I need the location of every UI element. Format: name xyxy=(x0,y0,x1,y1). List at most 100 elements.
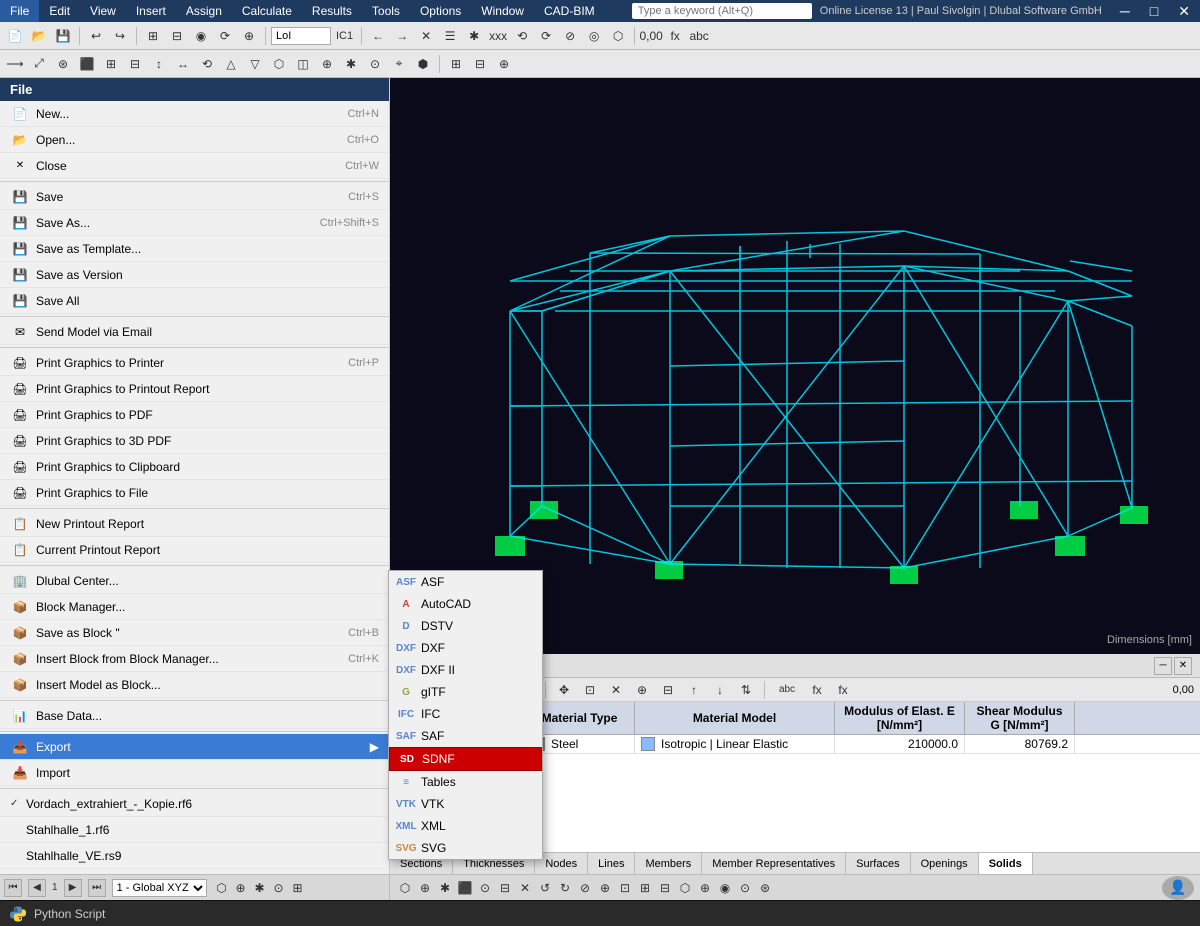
tb4[interactable]: ⊟ xyxy=(166,25,188,47)
undo-btn[interactable]: ↩ xyxy=(85,25,107,47)
rbt13[interactable]: ⊞ xyxy=(636,879,654,897)
menu-window[interactable]: Window xyxy=(471,0,534,22)
tb2-3[interactable]: ⊛ xyxy=(52,53,74,75)
rbt5[interactable]: ⊙ xyxy=(476,879,494,897)
tb2-16[interactable]: ⊙ xyxy=(364,53,386,75)
rbt11[interactable]: ⊕ xyxy=(596,879,614,897)
tb2-15[interactable]: ✱ xyxy=(340,53,362,75)
tb7[interactable]: ⊕ xyxy=(238,25,260,47)
lc-next-btn[interactable]: ▶ xyxy=(64,879,82,897)
fm-recent-2[interactable]: Stahlhalle_1.rf6 xyxy=(0,817,389,843)
status-tb4[interactable]: ⊙ xyxy=(270,879,288,897)
fm-printtofile[interactable]: 🖨 Print Graphics to File xyxy=(0,480,389,506)
tb13[interactable]: xxx xyxy=(487,25,509,47)
export-vtk[interactable]: VTK VTK xyxy=(389,793,542,815)
status-tb1[interactable]: ⬡ xyxy=(213,879,231,897)
tb5[interactable]: ◉ xyxy=(190,25,212,47)
search-input[interactable] xyxy=(638,5,806,17)
panel-tb9[interactable]: abc xyxy=(772,679,802,701)
open-btn[interactable]: 📂 xyxy=(28,25,50,47)
tb21[interactable]: abc xyxy=(688,25,710,47)
fm-saveall[interactable]: 💾 Save All xyxy=(0,288,389,314)
fm-sendmodel[interactable]: ✉ Send Model via Email xyxy=(0,319,389,345)
fm-printtoclipboard[interactable]: 🖨 Print Graphics to Clipboard xyxy=(0,454,389,480)
tab-surfaces[interactable]: Surfaces xyxy=(846,853,910,874)
fm-close[interactable]: ✕ Close Ctrl+W xyxy=(0,153,389,179)
tb2-17[interactable]: ⌖ xyxy=(388,53,410,75)
fm-new[interactable]: 📄 New... Ctrl+N xyxy=(0,101,389,127)
save-btn[interactable]: 💾 xyxy=(52,25,74,47)
panel-close-btn[interactable]: ✕ xyxy=(1174,657,1192,675)
rbt12[interactable]: ⊡ xyxy=(616,879,634,897)
tb10[interactable]: ✕ xyxy=(415,25,437,47)
fm-export[interactable]: 📤 Export ▶ xyxy=(0,734,389,760)
panel-minimize-btn[interactable]: ─ xyxy=(1154,657,1172,675)
fm-printgraph[interactable]: 🖨 Print Graphics to Printer Ctrl+P xyxy=(0,350,389,376)
export-svg[interactable]: SVG SVG xyxy=(389,837,542,859)
status-tb5[interactable]: ⊞ xyxy=(289,879,307,897)
3d-view[interactable]: Dimensions [mm] xyxy=(390,78,1200,654)
export-dstv[interactable]: D DSTV xyxy=(389,615,542,637)
fm-basedata[interactable]: 📊 Base Data... xyxy=(0,703,389,729)
menu-tools[interactable]: Tools xyxy=(362,0,410,22)
status-tb3[interactable]: ✱ xyxy=(251,879,269,897)
tb3[interactable]: ⊞ xyxy=(142,25,164,47)
menu-results[interactable]: Results xyxy=(302,0,362,22)
fm-currentprintout[interactable]: 📋 Current Printout Report xyxy=(0,537,389,563)
panel-tb10[interactable]: fx xyxy=(806,679,828,701)
fm-dlubalcenter[interactable]: 🏢 Dlubal Center... xyxy=(0,568,389,594)
fm-recent-4[interactable]: Stahlhalle (1).rs8 xyxy=(0,869,389,874)
tb11[interactable]: ☰ xyxy=(439,25,461,47)
fm-printprintout[interactable]: 🖨 Print Graphics to Printout Report xyxy=(0,376,389,402)
rbt2[interactable]: ⊕ xyxy=(416,879,434,897)
menu-view[interactable]: View xyxy=(80,0,126,22)
export-asf[interactable]: ASF ASF xyxy=(389,571,542,593)
rbt15[interactable]: ⬡ xyxy=(676,879,694,897)
fm-printtopdf[interactable]: 🖨 Print Graphics to PDF xyxy=(0,402,389,428)
tb2-21[interactable]: ⊕ xyxy=(493,53,515,75)
status-tb2[interactable]: ⊕ xyxy=(232,879,250,897)
export-xml[interactable]: XML XML xyxy=(389,815,542,837)
tab-solids[interactable]: Solids xyxy=(979,853,1033,874)
tb2-14[interactable]: ⊕ xyxy=(316,53,338,75)
redo-btn[interactable]: ↪ xyxy=(109,25,131,47)
export-dxf[interactable]: DXF DXF xyxy=(389,637,542,659)
tb2-2[interactable]: ⤢ xyxy=(28,53,50,75)
tb2-19[interactable]: ⊞ xyxy=(445,53,467,75)
tab-openings[interactable]: Openings xyxy=(911,853,979,874)
rbt17[interactable]: ◉ xyxy=(716,879,734,897)
export-autocad[interactable]: A AutoCAD xyxy=(389,593,542,615)
panel-tb1[interactable]: ✥ xyxy=(553,679,575,701)
rbt19[interactable]: ⊛ xyxy=(756,879,774,897)
tab-member-reps[interactable]: Member Representatives xyxy=(702,853,846,874)
menu-edit[interactable]: Edit xyxy=(39,0,80,22)
fm-saveasblock[interactable]: 📦 Save as Block " Ctrl+B xyxy=(0,620,389,646)
tb2-12[interactable]: ⬡ xyxy=(268,53,290,75)
new-btn[interactable]: 📄 xyxy=(4,25,26,47)
fm-recent-3[interactable]: Stahlhalle_VE.rs9 xyxy=(0,843,389,869)
export-ifc[interactable]: IFC IFC xyxy=(389,703,542,725)
panel-tb4[interactable]: ⊕ xyxy=(631,679,653,701)
rbt7[interactable]: ✕ xyxy=(516,879,534,897)
rbt18[interactable]: ⊙ xyxy=(736,879,754,897)
panel-tb7[interactable]: ↓ xyxy=(709,679,731,701)
search-box[interactable] xyxy=(632,3,812,19)
rbt14[interactable]: ⊟ xyxy=(656,879,674,897)
tb8[interactable]: ← xyxy=(367,25,389,47)
panel-tb5[interactable]: ⊟ xyxy=(657,679,679,701)
fm-saveastemplate[interactable]: 💾 Save as Template... xyxy=(0,236,389,262)
menu-insert[interactable]: Insert xyxy=(126,0,176,22)
menu-calculate[interactable]: Calculate xyxy=(232,0,302,22)
tb14[interactable]: ⟲ xyxy=(511,25,533,47)
rbt6[interactable]: ⊟ xyxy=(496,879,514,897)
menu-assign[interactable]: Assign xyxy=(176,0,232,22)
lc-prev-btn[interactable]: ◀ xyxy=(28,879,46,897)
rbt8[interactable]: ↺ xyxy=(536,879,554,897)
fm-saveasversion[interactable]: 💾 Save as Version xyxy=(0,262,389,288)
fm-blockmanager[interactable]: 📦 Block Manager... xyxy=(0,594,389,620)
fm-insertmodelasblock[interactable]: 📦 Insert Model as Block... xyxy=(0,672,389,698)
export-sdnf[interactable]: SD SDNF xyxy=(389,747,542,771)
lc-last-btn[interactable]: ⏭ xyxy=(88,879,106,897)
tb12[interactable]: ✱ xyxy=(463,25,485,47)
maximize-btn[interactable]: □ xyxy=(1140,0,1168,22)
